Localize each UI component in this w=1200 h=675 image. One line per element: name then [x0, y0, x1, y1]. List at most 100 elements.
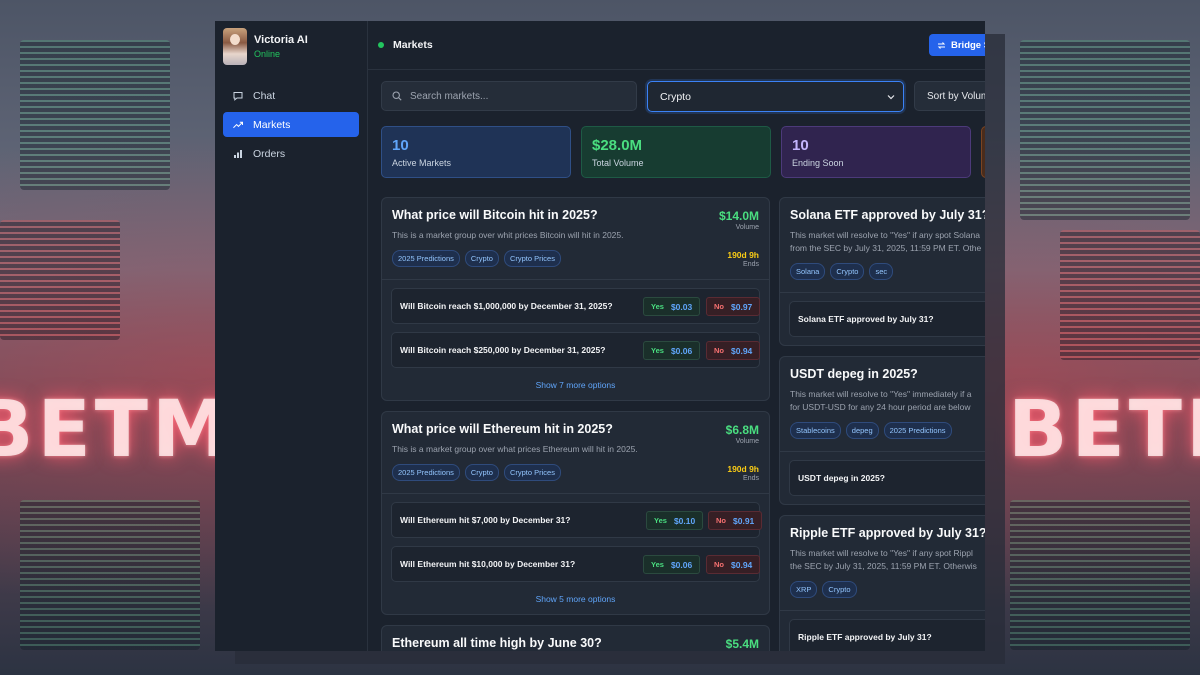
category-value: Crypto: [660, 90, 691, 103]
no-price: $0.91: [733, 515, 755, 526]
stats-row: 10 Active Markets $28.0M Total Volume 10…: [381, 126, 985, 178]
tag[interactable]: depeg: [845, 422, 879, 439]
divider: [780, 292, 985, 293]
market-title[interactable]: What price will Ethereum hit in 2025?: [392, 422, 759, 436]
sidebar-item-chat[interactable]: Chat: [223, 83, 359, 108]
ticker-board: [0, 220, 120, 340]
show-more-link[interactable]: Show 7 more options: [382, 376, 769, 400]
bridge-button[interactable]: Bridge S: [929, 34, 985, 56]
option-question: Solana ETF approved by July 31?: [798, 314, 934, 324]
markets-column-right: Solana ETF approved by July 31? This mar…: [779, 197, 985, 651]
sort-select[interactable]: Sort by Volum: [914, 81, 985, 111]
tag[interactable]: Crypto: [830, 263, 865, 280]
show-more-link[interactable]: Show 5 more options: [382, 590, 769, 614]
sidebar-item-label: Orders: [253, 147, 286, 160]
market-card[interactable]: What price will Bitcoin hit in 2025? Thi…: [381, 197, 770, 401]
divider: [780, 610, 985, 611]
market-option[interactable]: Ripple ETF approved by July 31?: [789, 619, 985, 651]
page-title: Markets: [393, 39, 433, 51]
tag[interactable]: 2025 Predictions: [392, 250, 460, 267]
market-option[interactable]: USDT depeg in 2025?: [789, 460, 985, 496]
sidebar-item-orders[interactable]: Orders: [223, 141, 359, 166]
market-option[interactable]: Will Ethereum hit $10,000 by December 31…: [391, 546, 761, 582]
divider: [780, 451, 985, 452]
sort-value: Sort by Volum: [927, 90, 985, 102]
no-price: $0.97: [731, 301, 753, 312]
option-list: Will Bitcoin reach $1,000,000 by Decembe…: [382, 288, 769, 368]
ticker-board: [20, 40, 170, 190]
market-option[interactable]: Solana ETF approved by July 31?: [789, 301, 985, 337]
tag[interactable]: XRP: [790, 581, 818, 598]
market-option[interactable]: Will Bitcoin reach $1,000,000 by Decembe…: [391, 288, 761, 324]
no-button[interactable]: No $0.94: [706, 341, 761, 360]
yes-price: $0.06: [670, 345, 693, 356]
no-price: $0.94: [731, 345, 753, 356]
yes-price: $0.03: [670, 301, 693, 312]
market-title[interactable]: Ethereum all time high by June 30?: [392, 636, 759, 650]
profile-name: Victoria AI: [254, 34, 308, 46]
tag[interactable]: Crypto: [464, 464, 499, 481]
tag-list: 2025 Predictions Crypto Crypto Prices: [392, 250, 759, 267]
market-title[interactable]: Ripple ETF approved by July 31?: [790, 526, 985, 540]
market-title[interactable]: Solana ETF approved by July 31?: [790, 208, 985, 222]
ticker-board: [1060, 230, 1200, 360]
profile[interactable]: Victoria AI Online: [223, 28, 359, 83]
tag[interactable]: sec: [869, 263, 894, 280]
chat-icon: [233, 91, 243, 101]
market-option[interactable]: Will Bitcoin reach $250,000 by December …: [391, 332, 761, 368]
tag[interactable]: 2025 Predictions: [392, 464, 460, 481]
market-description: This market will resolve to "Yes" immedi…: [790, 388, 985, 414]
no-button[interactable]: No $0.97: [706, 297, 761, 316]
yes-label: Yes: [654, 516, 667, 525]
tag[interactable]: 2025 Predictions: [883, 422, 952, 439]
tag[interactable]: Solana: [790, 263, 826, 280]
option-list: USDT depeg in 2025?: [780, 460, 985, 496]
market-title[interactable]: USDT depeg in 2025?: [790, 367, 985, 381]
market-card[interactable]: Ethereum all time high by June 30? $5.4M: [381, 625, 770, 651]
no-button[interactable]: No $0.91: [708, 511, 763, 530]
sidebar-item-label: Markets: [253, 118, 291, 131]
yes-price: $0.06: [670, 559, 693, 570]
sidebar-item-markets[interactable]: Markets: [223, 112, 359, 137]
yes-label: Yes: [651, 346, 664, 355]
ticker-board: [1010, 500, 1190, 650]
market-option[interactable]: Will Ethereum hit $7,000 by December 31?…: [391, 502, 763, 538]
ticker-board: [20, 500, 200, 650]
option-question: Will Ethereum hit $10,000 by December 31…: [400, 559, 576, 569]
yes-label: Yes: [651, 302, 664, 311]
market-description: This market will resolve to "Yes" if any…: [790, 547, 985, 573]
tag-list: 2025 Predictions Crypto Crypto Prices: [392, 464, 759, 481]
market-card[interactable]: What price will Ethereum hit in 2025? Th…: [381, 411, 770, 615]
filters-bar: Search markets... Crypto Sort by Volum: [381, 81, 985, 112]
market-card[interactable]: Solana ETF approved by July 31? This mar…: [779, 197, 985, 346]
yes-button[interactable]: Yes $0.10: [646, 511, 704, 530]
no-label: No: [714, 302, 724, 311]
tag[interactable]: Stablecoins: [790, 422, 841, 439]
stat-label: Active Markets: [392, 158, 452, 168]
ticker-board: [1020, 40, 1190, 220]
sidebar-item-label: Chat: [253, 89, 276, 102]
tag[interactable]: Crypto: [822, 581, 857, 598]
tag[interactable]: Crypto Prices: [503, 250, 561, 267]
market-card[interactable]: USDT depeg in 2025? This market will res…: [779, 356, 985, 505]
no-button[interactable]: No $0.94: [706, 555, 761, 574]
yes-price: $0.10: [673, 515, 696, 526]
market-description: This is a market group over whit prices …: [392, 230, 624, 240]
market-card[interactable]: Ripple ETF approved by July 31? This mar…: [779, 515, 985, 651]
yes-button[interactable]: Yes $0.06: [643, 555, 701, 574]
status-dot: [378, 42, 384, 48]
volume-amount: $5.4M: [725, 637, 759, 651]
yes-button[interactable]: Yes $0.06: [643, 341, 701, 360]
avatar: [223, 28, 247, 65]
tag-list: XRP Crypto: [790, 581, 985, 598]
search-input[interactable]: Search markets...: [381, 81, 637, 111]
tag-list: Stablecoins depeg 2025 Predictions: [790, 422, 985, 439]
divider: [382, 279, 769, 280]
tag[interactable]: Crypto Prices: [503, 464, 561, 481]
volume-amount: $6.8M: [725, 423, 759, 437]
market-title[interactable]: What price will Bitcoin hit in 2025?: [392, 208, 759, 222]
yes-button[interactable]: Yes $0.03: [643, 297, 701, 316]
category-select[interactable]: Crypto: [647, 81, 904, 112]
tag[interactable]: Crypto: [464, 250, 499, 267]
ends-label: Ends: [743, 261, 759, 268]
